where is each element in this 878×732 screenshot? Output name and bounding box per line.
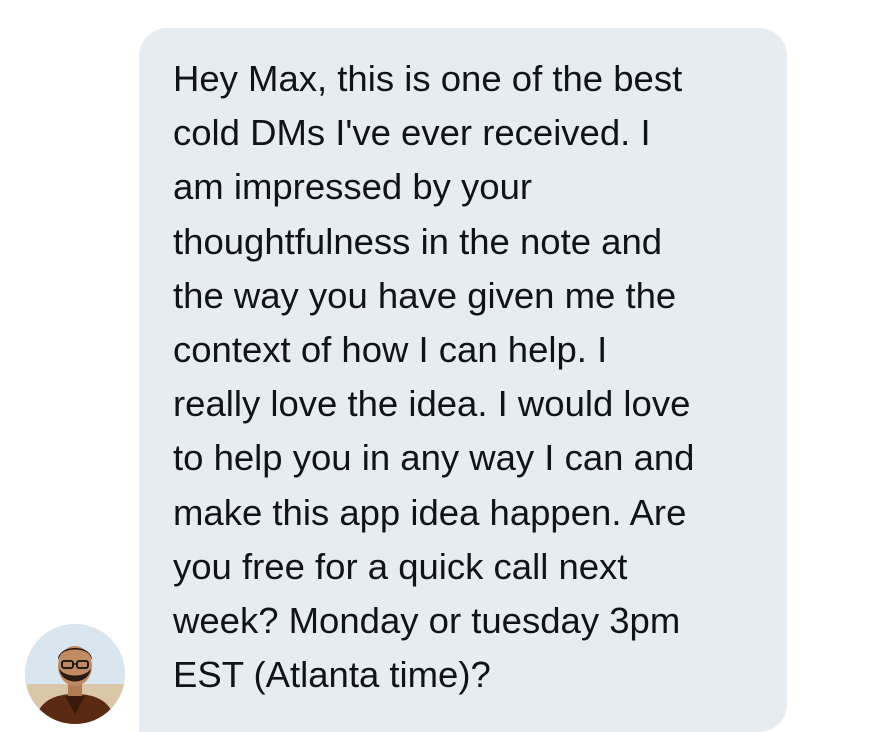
message-text: Hey Max, this is one of the best cold DM… xyxy=(173,58,695,696)
sender-avatar[interactable] xyxy=(25,624,125,724)
received-message-row: Hey Max, this is one of the best cold DM… xyxy=(0,0,878,732)
dm-conversation: Hey Max, this is one of the best cold DM… xyxy=(0,0,878,732)
message-bubble[interactable]: Hey Max, this is one of the best cold DM… xyxy=(139,28,787,732)
avatar-icon xyxy=(25,624,125,724)
